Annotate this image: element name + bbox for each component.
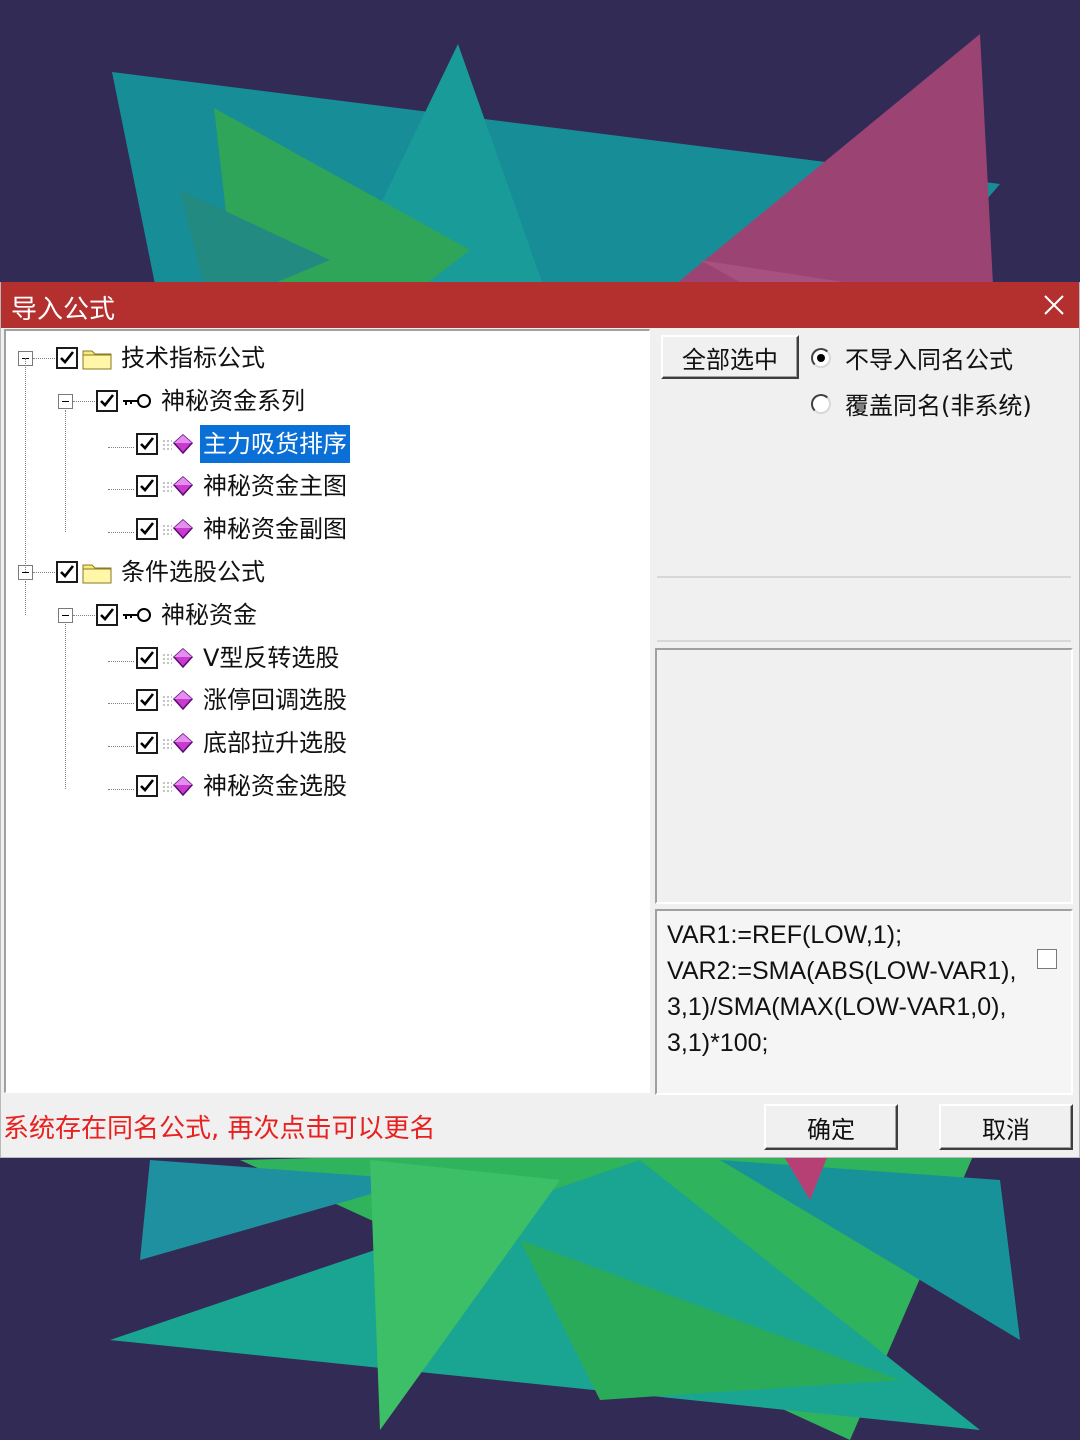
tree-node[interactable]: 神秘资金选股 [136, 765, 350, 807]
tree-node-label[interactable]: 涨停回调选股 [200, 681, 350, 719]
tree-node[interactable]: 神秘资金系列 [96, 380, 308, 422]
formula-tree[interactable]: 技术指标公式神秘资金系列主力吸货排序 神秘资金主图 神秘资金副图条件选股公式神秘资金… [4, 329, 650, 1093]
tree-connector [65, 623, 66, 789]
tree-node-label[interactable]: 神秘资金选股 [200, 767, 350, 805]
tree-node-checkbox[interactable] [136, 475, 158, 498]
title-bar[interactable]: 导入公式 [1, 282, 1079, 328]
gem-icon [162, 646, 194, 670]
key-icon [122, 604, 152, 626]
tree-node[interactable]: 神秘资金副图 [136, 508, 350, 550]
tree-node-label[interactable]: 神秘资金副图 [200, 510, 350, 548]
radio-overwrite-same-name[interactable]: 覆盖同名(非系统) [811, 386, 1032, 421]
tree-connector [25, 581, 26, 615]
tree-node[interactable]: 底部拉升选股 [136, 722, 350, 764]
tree-node-checkbox[interactable] [136, 689, 158, 712]
tree-node-checkbox[interactable] [56, 561, 78, 583]
formula-code-preview[interactable]: VAR1:=REF(LOW,1); VAR2:=SMA(ABS(LOW-VAR1… [655, 909, 1073, 1095]
gem-icon [162, 688, 194, 712]
preview-checkbox[interactable] [1037, 949, 1057, 969]
radio-skip-label: 不导入同名公式 [845, 346, 1013, 374]
tree-node-label[interactable]: 神秘资金 [158, 596, 260, 634]
cancel-button[interactable]: 取消 [939, 1104, 1073, 1150]
tree-connector [108, 789, 134, 790]
tree-connector [108, 489, 134, 491]
tree-connector [33, 572, 55, 573]
radio-overwrite-indicator[interactable] [811, 393, 831, 414]
key-icon [122, 390, 152, 412]
tree-connector [33, 358, 55, 359]
tree-node-checkbox[interactable] [136, 775, 158, 797]
dialog-title: 导入公式 [11, 295, 116, 325]
tree-node[interactable]: V型反转选股 [136, 637, 342, 679]
gem-icon [162, 517, 194, 541]
tree-node-checkbox[interactable] [96, 389, 118, 412]
tree-node-label[interactable]: 技术指标公式 [118, 339, 268, 377]
separator-line [657, 640, 1071, 642]
tree-node-checkbox[interactable] [136, 646, 158, 669]
status-message: 系统存在同名公式, 再次点击可以更名 [3, 1114, 436, 1144]
tree-node-label[interactable]: 条件选股公式 [118, 553, 268, 591]
tree-connector [108, 532, 134, 534]
tree-node[interactable]: 神秘资金 [96, 594, 260, 636]
tree-connector [73, 400, 95, 402]
tree-node-label[interactable]: 神秘资金系列 [158, 382, 308, 420]
tree-connector [73, 614, 95, 616]
select-all-button[interactable]: 全部选中 [661, 335, 799, 379]
tree-connector [108, 703, 134, 705]
tree-node-checkbox[interactable] [56, 347, 78, 369]
tree-node[interactable]: 主力吸货排序 [136, 423, 350, 465]
tree-connector [108, 746, 134, 748]
radio-skip-same-name[interactable]: 不导入同名公式 [811, 340, 1013, 375]
tree-connector [65, 409, 66, 533]
close-icon[interactable] [1037, 288, 1071, 322]
tree-expander[interactable] [58, 607, 73, 623]
tree-node[interactable]: 条件选股公式 [56, 551, 268, 593]
folder-icon [82, 560, 112, 584]
tree-node[interactable]: 涨停回调选股 [136, 679, 350, 721]
tree-connector [108, 660, 134, 662]
formula-code-text: VAR1:=REF(LOW,1); VAR2:=SMA(ABS(LOW-VAR1… [667, 921, 1017, 1057]
ok-button[interactable]: 确定 [764, 1104, 898, 1150]
tree-node[interactable]: 技术指标公式 [56, 337, 268, 379]
tree-connector [108, 446, 134, 448]
gem-icon [162, 774, 194, 798]
radio-overwrite-label: 覆盖同名(非系统) [845, 392, 1032, 420]
gem-icon [162, 474, 194, 498]
tree-node-label[interactable]: 神秘资金主图 [200, 467, 350, 505]
tree-expander[interactable] [58, 393, 73, 409]
tree-node-checkbox[interactable] [136, 432, 158, 455]
gem-icon [162, 432, 194, 456]
tree-node-label[interactable]: 主力吸货排序 [200, 424, 350, 463]
radio-skip-indicator[interactable] [811, 347, 831, 368]
tree-node[interactable]: 神秘资金主图 [136, 465, 350, 507]
tree-connector [25, 358, 26, 572]
tree-node-checkbox[interactable] [136, 518, 158, 541]
separator-line [657, 576, 1071, 578]
info-panel [655, 648, 1073, 904]
folder-icon [82, 346, 112, 370]
tree-node-checkbox[interactable] [96, 603, 118, 626]
tree-node-label[interactable]: 底部拉升选股 [200, 724, 350, 762]
gem-icon [162, 731, 194, 755]
tree-node-checkbox[interactable] [136, 732, 158, 755]
tree-node-label[interactable]: V型反转选股 [200, 639, 342, 677]
import-formula-dialog: 导入公式 技术指标公式神秘资金系列主力吸货排序 神秘资金主图 神秘资金副图条件选股公… [0, 282, 1080, 1158]
